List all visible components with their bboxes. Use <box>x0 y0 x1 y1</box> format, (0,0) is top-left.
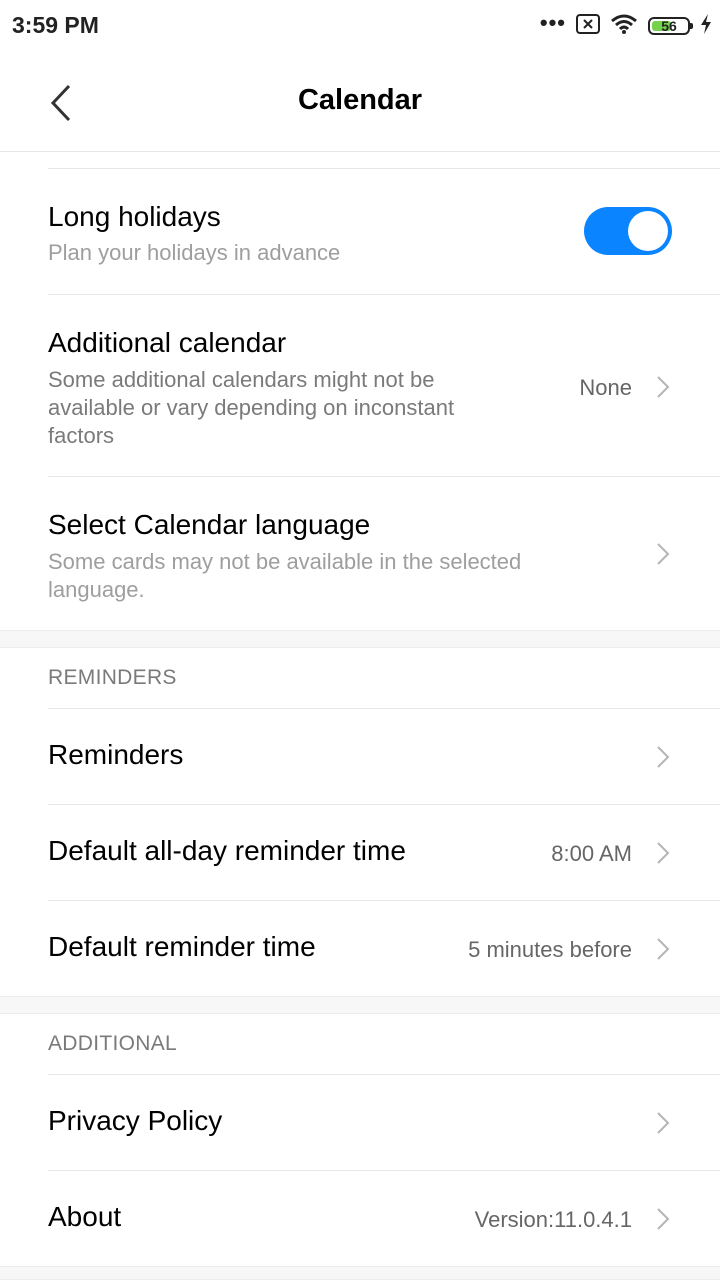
default-all-day-reminder-row[interactable]: Default all-day reminder time 8:00 AM <box>0 805 720 900</box>
toggle-knob <box>628 211 668 251</box>
status-bar: 3:59 PM ••• 56 <box>0 0 720 52</box>
additional-section-header: ADDITIONAL <box>48 1032 178 1055</box>
default-reminder-time-value: 5 minutes before <box>468 937 632 962</box>
default-all-day-reminder-value: 8:00 AM <box>551 841 632 866</box>
long-holidays-title: Long holidays <box>48 201 221 232</box>
privacy-policy-row[interactable]: Privacy Policy <box>0 1075 720 1170</box>
default-reminder-time-row[interactable]: Default reminder time 5 minutes before <box>0 901 720 996</box>
chevron-right-icon <box>657 376 670 398</box>
sim-off-icon <box>576 13 600 39</box>
additional-calendar-subtitle-line2: available or vary depending on inconstan… <box>48 395 455 420</box>
calendar-language-subtitle-line1: Some cards may not be available in the s… <box>48 549 522 574</box>
calendar-language-row[interactable]: Select Calendar language Some cards may … <box>0 477 720 629</box>
about-title: About <box>48 1201 122 1232</box>
status-icons: ••• 56 <box>539 10 712 40</box>
chevron-right-icon <box>657 543 670 565</box>
long-holidays-toggle[interactable] <box>584 207 672 255</box>
additional-calendar-subtitle-line1: Some additional calendars might not be <box>48 367 435 392</box>
long-holidays-subtitle: Plan your holidays in advance <box>48 240 341 265</box>
privacy-policy-title: Privacy Policy <box>48 1105 223 1136</box>
calendar-language-subtitle-line2: language. <box>48 577 145 602</box>
wifi-icon <box>610 13 638 40</box>
more-dots-icon: ••• <box>539 10 566 35</box>
status-time: 3:59 PM <box>12 12 99 38</box>
reminders-row[interactable]: Reminders <box>0 709 720 804</box>
section-separator <box>0 630 720 648</box>
additional-calendar-subtitle-line3: factors <box>48 423 115 448</box>
app-bar: Calendar <box>0 52 720 152</box>
chevron-right-icon <box>657 1112 670 1134</box>
calendar-language-title: Select Calendar language <box>48 509 371 540</box>
bottom-separator <box>0 1266 720 1280</box>
chevron-right-icon <box>657 746 670 768</box>
default-all-day-reminder-title: Default all-day reminder time <box>48 835 406 866</box>
about-version-value: Version:11.0.4.1 <box>474 1207 632 1232</box>
battery-level: 56 <box>661 18 677 34</box>
page-title: Calendar <box>297 84 423 116</box>
default-reminder-time-title: Default reminder time <box>48 931 316 962</box>
additional-calendar-title: Additional calendar <box>48 327 287 358</box>
additional-calendar-row[interactable]: Additional calendar Some additional cale… <box>0 295 720 477</box>
additional-calendar-value: None <box>579 375 632 400</box>
reminders-section-header: REMINDERS <box>48 666 177 689</box>
chevron-right-icon <box>657 842 670 864</box>
charging-icon <box>700 13 712 40</box>
section-separator <box>0 996 720 1014</box>
battery-icon: 56 <box>648 17 693 35</box>
chevron-right-icon <box>657 938 670 960</box>
long-holidays-row[interactable]: Long holidays Plan your holidays in adva… <box>0 169 720 295</box>
reminders-title: Reminders <box>48 739 184 770</box>
about-row[interactable]: About Version:11.0.4.1 <box>0 1171 720 1266</box>
chevron-right-icon <box>657 1208 670 1230</box>
